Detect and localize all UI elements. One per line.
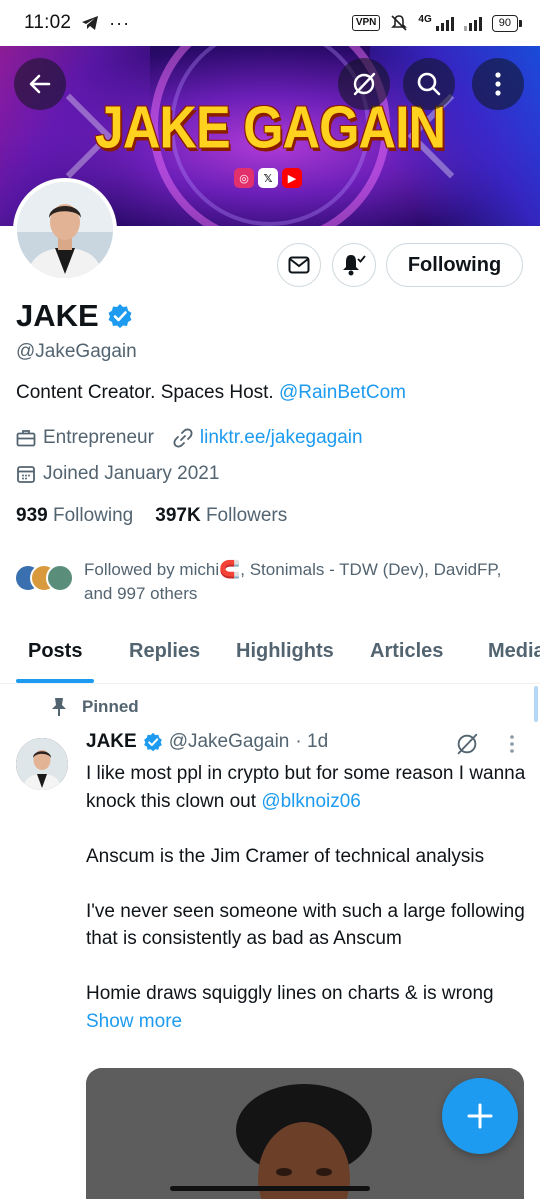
grok-icon[interactable] (454, 731, 480, 757)
compose-post-button[interactable] (442, 1078, 518, 1154)
calendar-icon (17, 466, 35, 483)
bio-text: Content Creator. Spaces Host. (16, 382, 279, 403)
briefcase-icon (16, 430, 36, 447)
bell-muted-icon (391, 15, 408, 31)
profile-name-row: JAKE (16, 298, 133, 334)
banner-title: JAKE GAGAIN (94, 94, 446, 162)
mail-icon (288, 256, 310, 274)
tab-highlights[interactable]: Highlights (236, 640, 334, 663)
show-more-link[interactable]: Show more (86, 1011, 182, 1032)
home-indicator[interactable] (170, 1186, 370, 1191)
vpn-badge: VPN (351, 15, 381, 31)
status-bar: 11:02 ··· VPN 4G 90 (0, 0, 540, 46)
followed-by-text: Followed by michi🧲, Stonimals - TDW (Dev… (84, 560, 502, 603)
tab-articles[interactable]: Articles (370, 640, 443, 663)
followers-stat[interactable]: 397K Followers (155, 505, 287, 527)
x-icon: 𝕏 (258, 168, 278, 188)
profile-website-link[interactable]: linktr.ee/jakegagain (200, 427, 363, 449)
grok-button[interactable] (338, 58, 390, 110)
post-body: I like most ppl in crypto but for some r… (86, 760, 526, 1063)
plus-icon (467, 1103, 493, 1129)
search-button[interactable] (403, 58, 455, 110)
profile-bio: Content Creator. Spaces Host. @RainBetCo… (16, 382, 406, 404)
post-text-segment: Homie draws squiggly lines on charts & i… (86, 983, 494, 1004)
tab-posts[interactable]: Posts (28, 640, 82, 663)
following-label: Following (52, 505, 134, 526)
following-stat[interactable]: 939 Following (16, 505, 133, 527)
profile-stats: 939 Following 397K Followers (16, 505, 287, 527)
avatar-image (17, 182, 113, 278)
instagram-icon: ◎ (234, 168, 254, 188)
back-button[interactable] (14, 58, 66, 110)
profile-avatar[interactable] (13, 178, 117, 282)
post-mention-link[interactable]: @blknoiz06 (261, 791, 361, 812)
grok-icon (353, 72, 376, 96)
pin-icon (52, 698, 66, 716)
post-author-handle[interactable]: @JakeGagain (169, 731, 290, 753)
post-paragraph: I like most ppl in crypto but for some r… (86, 760, 526, 815)
post-paragraph: I've never seen someone with such a larg… (86, 900, 525, 950)
post-header: JAKE @JakeGagain · 1d (86, 731, 328, 753)
youtube-icon: ▶ (282, 168, 302, 188)
network-type: 4G (418, 13, 432, 25)
signal-icon-2 (463, 15, 482, 31)
profile-category: Entrepreneur (43, 427, 154, 448)
bio-mention-link[interactable]: @RainBetCom (279, 382, 406, 403)
more-notifications-icon: ··· (109, 12, 131, 33)
notifications-button[interactable] (332, 243, 376, 287)
following-button[interactable]: Following (386, 243, 523, 287)
bell-check-icon (343, 255, 366, 276)
profile-handle: @JakeGagain (16, 341, 137, 362)
tab-media[interactable]: Media (488, 640, 540, 663)
avatar-image (16, 738, 68, 790)
active-tab-indicator (16, 679, 94, 683)
scrollbar[interactable] (534, 686, 538, 722)
profile-tabs: Posts Replies Highlights Articles Media (0, 630, 540, 684)
profile-joined-date: Joined January 2021 (43, 463, 220, 484)
post-paragraph: Anscum is the Jim Cramer of technical an… (86, 845, 485, 867)
post-timestamp[interactable]: · 1d (295, 731, 328, 753)
followers-label: Followers (205, 505, 288, 526)
status-time: 11:02 (24, 12, 72, 33)
followers-count: 397K (155, 505, 201, 526)
link-icon (173, 428, 193, 448)
post-author-avatar[interactable] (16, 738, 68, 790)
post-author-name[interactable]: JAKE (86, 731, 137, 753)
telegram-icon (82, 16, 99, 30)
search-icon (417, 72, 441, 96)
followed-by-row[interactable]: Followed by michi🧲, Stonimals - TDW (Dev… (14, 558, 504, 606)
verified-badge-icon[interactable] (107, 303, 133, 329)
followers-you-know-facepile (14, 564, 74, 592)
signal-icon (435, 15, 454, 31)
following-count: 939 (16, 505, 48, 526)
pinned-label: Pinned (82, 697, 139, 716)
pinned-label-row: Pinned (50, 697, 139, 717)
profile-meta-row: Entrepreneur linktr.ee/jakegagain (16, 427, 363, 449)
post-paragraph: Homie draws squiggly lines on charts & i… (86, 980, 526, 1035)
battery-indicator: 90 (491, 14, 523, 32)
display-name: JAKE (16, 298, 99, 333)
tab-replies[interactable]: Replies (129, 640, 200, 663)
verified-badge-icon (143, 732, 162, 752)
more-button[interactable] (472, 58, 524, 110)
message-button[interactable] (277, 243, 321, 287)
avatar (46, 564, 74, 592)
banner-social-icons: ◎ 𝕏 ▶ (234, 168, 302, 188)
back-arrow-icon (29, 74, 51, 94)
post-more-icon[interactable] (508, 734, 516, 754)
more-vertical-icon (495, 72, 501, 96)
profile-joined-row: Joined January 2021 (16, 463, 219, 485)
